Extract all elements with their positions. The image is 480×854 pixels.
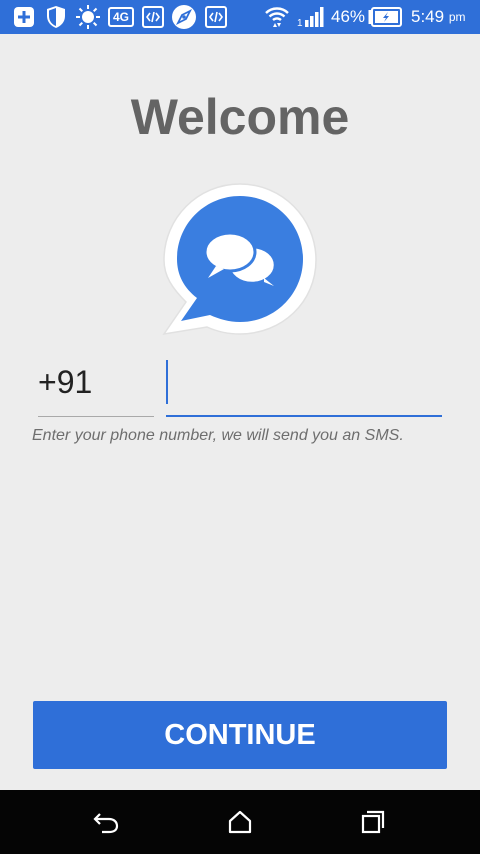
battery-percent: 46% [331, 7, 366, 26]
country-code-value: +91 [38, 364, 93, 400]
text-cursor [166, 360, 168, 404]
recents-icon[interactable] [355, 804, 391, 840]
continue-button[interactable]: CONTINUE [33, 701, 447, 769]
brightness-icon [74, 5, 102, 29]
phone-number-input[interactable] [166, 358, 446, 415]
time-suffix: pm [448, 10, 466, 24]
phone-number-field[interactable] [166, 358, 446, 417]
code-icon [141, 5, 165, 29]
phone-hint: Enter your phone number, we will send yo… [32, 427, 404, 444]
compass-icon [170, 5, 198, 29]
signal-icon: 1 [296, 5, 326, 29]
clock: 5:49 pm [411, 5, 466, 29]
page-title: Welcome [130, 89, 350, 145]
home-icon[interactable] [222, 804, 258, 840]
time: 5:49 [411, 7, 445, 26]
wifi-icon [263, 5, 291, 29]
code-icon [204, 5, 228, 29]
battery-icon [368, 5, 402, 29]
svg-text:1: 1 [297, 18, 303, 28]
navigation-bar [0, 790, 480, 854]
app-logo [160, 182, 320, 337]
status-bar: 4G 1 46% 5:49 pm [0, 0, 480, 34]
back-icon[interactable] [88, 804, 124, 840]
shield-icon [44, 5, 68, 29]
country-code-field[interactable]: +91 [38, 360, 154, 417]
add-icon [12, 5, 36, 29]
network-badge: 4G [107, 7, 134, 27]
chat-bubble-icon [162, 183, 317, 336]
network-4g-icon: 4G [107, 5, 135, 29]
